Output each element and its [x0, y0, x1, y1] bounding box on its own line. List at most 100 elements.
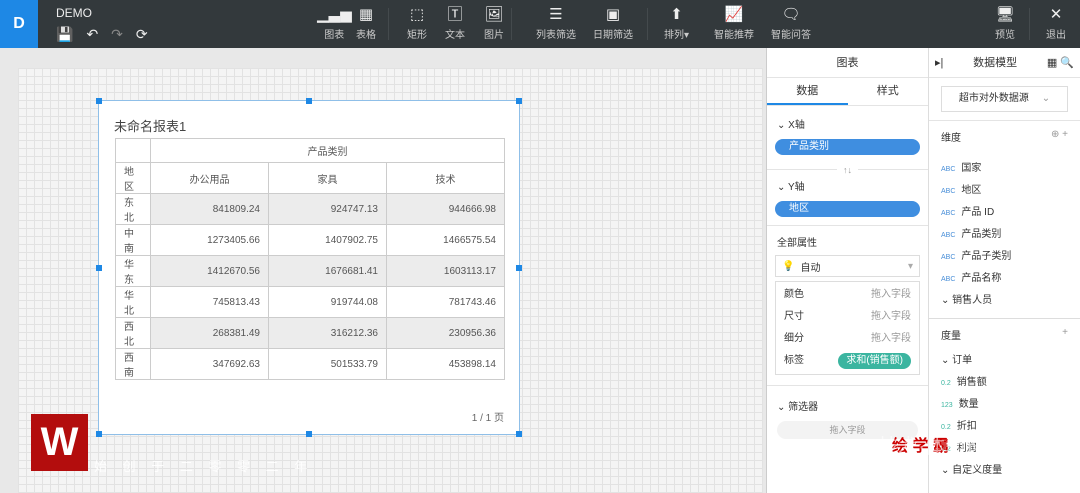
measure-field[interactable]: 0.2 销售额 — [929, 372, 1080, 394]
dimension-field[interactable]: ABC 地区 — [929, 180, 1080, 202]
search-icon[interactable]: ▦ 🔍 — [1047, 48, 1074, 77]
table-cell: 841809.24 — [150, 193, 269, 225]
text-type-icon: ABC — [941, 232, 956, 239]
redo-icon[interactable]: ↷ — [111, 26, 123, 43]
dimension-field[interactable]: ABC 产品名称 — [929, 268, 1080, 290]
table-cell: 268381.49 — [150, 317, 269, 349]
measure-field[interactable]: 0.2 利润 — [929, 438, 1080, 460]
list-filter-icon: ☰ — [549, 6, 563, 23]
toolbar-smart-qa-button[interactable]: 🗨 智能问答 — [771, 6, 811, 41]
resize-handle[interactable] — [516, 98, 522, 104]
table-row: 东北 841809.24 924747.13 944666.98 — [115, 193, 505, 225]
measure-field[interactable]: 0.2 折扣 — [929, 416, 1080, 438]
chevron-down-icon: ⌄ — [941, 355, 953, 366]
resize-handle[interactable] — [516, 431, 522, 437]
prop-label[interactable]: 标签 求和(销售额) — [776, 350, 919, 372]
chevron-down-icon: ⌄ — [1041, 93, 1051, 104]
table-cell: 1676681.41 — [268, 255, 387, 287]
collapse-panel-icon[interactable]: ▸| — [935, 48, 943, 77]
label-field-pill[interactable]: 求和(销售额) — [838, 353, 911, 369]
dimension-field[interactable]: ABC 产品子类别 — [929, 246, 1080, 268]
text-type-icon: ABC — [941, 166, 956, 173]
resize-handle[interactable] — [306, 431, 312, 437]
dimension-group[interactable]: 销售人员 — [952, 295, 992, 306]
number-type-icon: 123 — [941, 402, 953, 409]
y-axis-field-pill[interactable]: 地区 — [775, 201, 920, 217]
chevron-down-icon: ⌄ — [777, 402, 789, 413]
preview-icon: 🖥 — [995, 6, 1015, 23]
measure-group[interactable]: 订单 — [952, 355, 972, 366]
toolbar-date-filter-button[interactable]: ▣ 日期筛选 — [593, 6, 633, 41]
table-cell: 781743.46 — [386, 286, 505, 318]
tab-data[interactable]: 数据 — [767, 78, 848, 105]
y-axis-label: Y轴 — [787, 182, 805, 193]
prop-size[interactable]: 尺寸 拖入字段 — [776, 306, 919, 328]
table-row: 中南 1273405.66 1407902.75 1466575.54 — [115, 224, 505, 256]
dimension-field[interactable]: ABC 国家 — [929, 158, 1080, 180]
rectangle-icon: ⬚ — [409, 6, 425, 23]
row-header: 地区 — [115, 162, 151, 194]
chevron-down-icon: ⌄ — [777, 120, 789, 131]
row-label: 中南 — [115, 224, 151, 256]
close-icon: ✕ — [1049, 6, 1063, 23]
dimension-field[interactable]: ABC 产品 ID — [929, 202, 1080, 224]
save-icon[interactable]: 💾 — [56, 26, 73, 43]
resize-handle[interactable] — [96, 98, 102, 104]
resize-handle[interactable] — [96, 265, 102, 271]
chevron-down-icon: ⌄ — [941, 465, 953, 476]
app-title: DEMO — [56, 6, 92, 20]
table-row: 西北 268381.49 316212.36 230956.36 — [115, 317, 505, 349]
app-logo[interactable]: D — [0, 0, 38, 48]
add-dimension-button[interactable]: ⊕ + — [1051, 129, 1068, 144]
measure-field[interactable]: 123 数量 — [929, 394, 1080, 416]
prop-color[interactable]: 颜色 拖入字段 — [776, 284, 919, 306]
chart-type-select[interactable]: 💡 自动 ▾ — [775, 255, 920, 277]
table-cell: 1407902.75 — [268, 224, 387, 256]
data-source-select[interactable]: 超市对外数据源 ⌄ — [941, 86, 1068, 112]
chevron-down-icon: ⌄ — [941, 295, 953, 306]
x-axis-label: X轴 — [788, 120, 805, 131]
number-type-icon: 0.2 — [941, 380, 951, 387]
x-axis-field-pill[interactable]: 产品类别 — [775, 139, 920, 155]
toolbar-image-button[interactable]: 🖼 图片 — [484, 6, 504, 41]
watermark-logo: W — [31, 414, 88, 471]
column-header: 办公用品 — [150, 162, 269, 194]
table-cell: 1603113.17 — [386, 255, 505, 287]
toolbar-rectangle-button[interactable]: ⬚ 矩形 — [407, 6, 427, 41]
table-cell: 230956.36 — [386, 317, 505, 349]
arrange-icon: ⬆ — [670, 6, 683, 23]
resize-handle[interactable] — [516, 265, 522, 271]
custom-measure-group[interactable]: 自定义度量 — [952, 465, 1002, 476]
number-type-icon: 0.2 — [941, 424, 951, 431]
toolbar-list-filter-button[interactable]: ☰ 列表筛选 — [536, 6, 576, 41]
toolbar-table-button[interactable]: ▦ 表格 — [356, 6, 376, 41]
undo-icon[interactable]: ↶ — [86, 26, 98, 43]
toolbar-arrange-button[interactable]: ⬆ 排列▾ — [664, 6, 689, 41]
preview-button[interactable]: 🖥 预览 — [995, 6, 1015, 41]
dimension-title: 维度 — [941, 133, 961, 144]
add-measure-button[interactable]: + — [1062, 327, 1068, 342]
dimension-field[interactable]: ABC 产品类别 — [929, 224, 1080, 246]
table-cell: 1412670.56 — [150, 255, 269, 287]
lightbulb-icon: 💡 — [782, 260, 795, 272]
watermark-text-left: 始 创 于 二 零 零 二 年 — [94, 459, 314, 474]
tab-style[interactable]: 样式 — [848, 78, 929, 105]
toolbar-text-button[interactable]: 🅃 文本 — [445, 6, 465, 41]
data-model-panel: ▸| 数据模型 ▦ 🔍 超市对外数据源 ⌄ 维度 ⊕ + ABC 国家 ABC 地区 ABC 产… — [928, 48, 1080, 493]
measure-title: 度量 — [941, 331, 961, 342]
swap-axes-button[interactable]: ↑↓ — [837, 165, 858, 175]
exit-button[interactable]: ✕ 退出 — [1046, 6, 1066, 41]
pivot-table: 产品类别 地区 办公用品 家具 技术 东北 841809.24 924747.13 9… — [115, 138, 505, 380]
refresh-icon[interactable]: ⟳ — [136, 26, 148, 43]
resize-handle[interactable] — [96, 431, 102, 437]
data-model-title: 数据模型 — [973, 57, 1018, 69]
table-cell: 316212.36 — [268, 317, 387, 349]
all-properties-label: 全部属性 — [767, 225, 928, 253]
bar-chart-icon: ▁▃▅ — [317, 6, 352, 23]
smart-qa-icon: 🗨 — [781, 6, 801, 23]
toolbar-smart-recommend-button[interactable]: 📈 智能推荐 — [714, 6, 754, 41]
report-widget[interactable]: 未命名报表1 产品类别 地区 办公用品 家具 技术 东北 841809.24 924… — [96, 98, 522, 437]
prop-detail[interactable]: 细分 拖入字段 — [776, 328, 919, 350]
toolbar-chart-button[interactable]: ▁▃▅ 图表 — [317, 6, 352, 41]
resize-handle[interactable] — [306, 98, 312, 104]
